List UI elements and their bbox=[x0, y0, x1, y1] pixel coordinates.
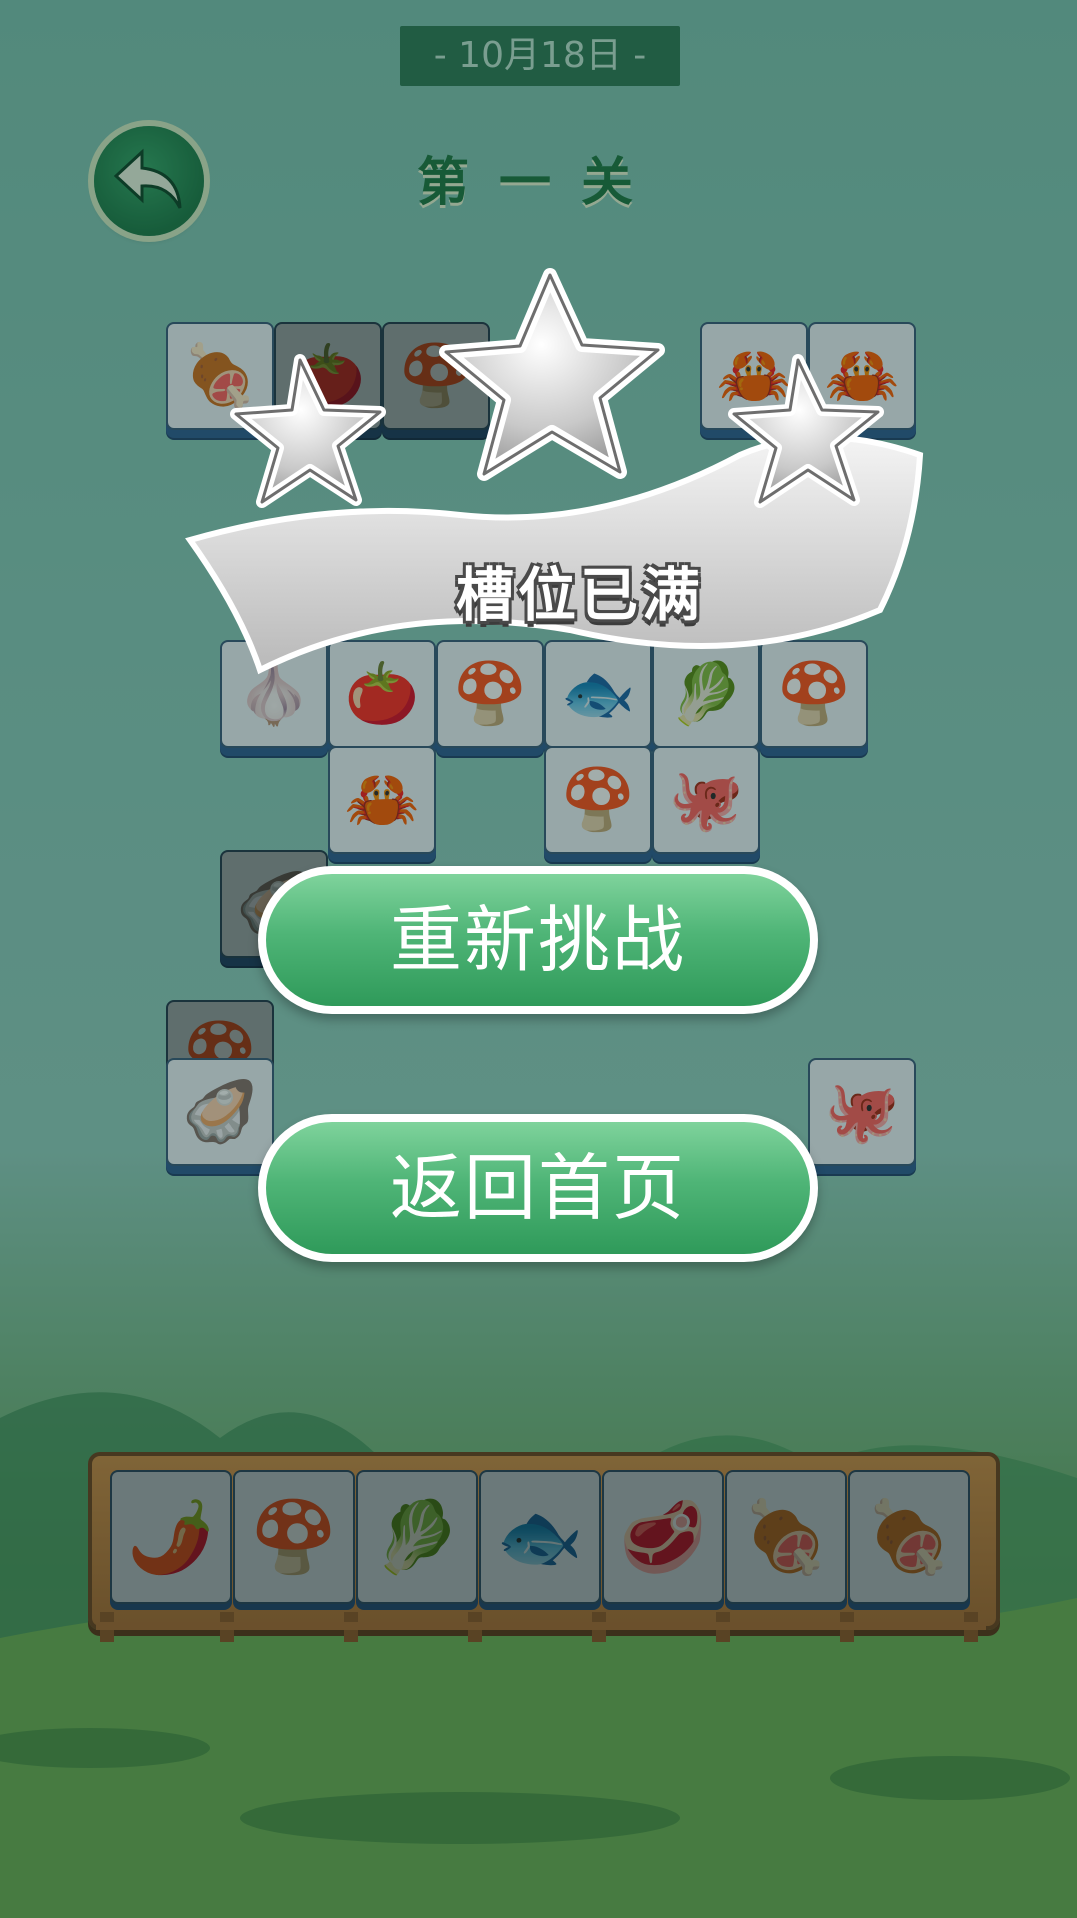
star-empty-icon bbox=[230, 354, 386, 508]
retry-button[interactable]: 重新挑战 bbox=[258, 866, 818, 1014]
star-empty-icon bbox=[439, 268, 665, 481]
slot-full-message: 槽位已满 bbox=[455, 561, 704, 629]
home-button-label: 返回首页 bbox=[266, 1122, 810, 1254]
home-button[interactable]: 返回首页 bbox=[258, 1114, 818, 1262]
retry-button-label: 重新挑战 bbox=[266, 874, 810, 1006]
